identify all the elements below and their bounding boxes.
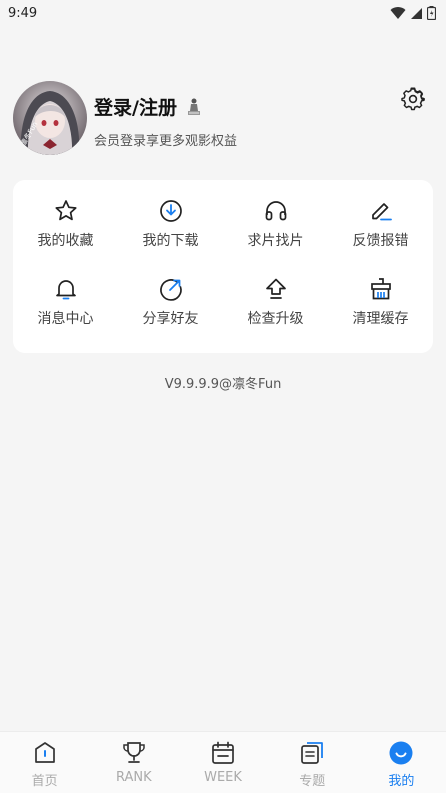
func-feedback[interactable]: 反馈报错 xyxy=(328,192,433,270)
func-upgrade[interactable]: 检查升级 xyxy=(223,270,328,348)
login-register-link[interactable]: 登录/注册 xyxy=(94,93,177,120)
func-share[interactable]: 分享好友 xyxy=(118,270,223,348)
bell-icon xyxy=(55,279,76,299)
func-label: 清理缓存 xyxy=(352,310,409,327)
nav-mine[interactable]: 我的 xyxy=(357,732,446,793)
func-label: 检查升级 xyxy=(247,310,304,327)
edit-icon xyxy=(371,203,392,221)
star-icon xyxy=(54,200,77,221)
avatar[interactable]: 凛冬Fun xyxy=(13,81,87,155)
gear-icon xyxy=(401,87,425,111)
nav-rank[interactable]: RANK xyxy=(89,732,178,793)
profile-smile-icon xyxy=(389,741,413,765)
wifi-icon xyxy=(390,7,406,20)
nav-label: RANK xyxy=(115,770,152,785)
download-icon xyxy=(159,200,182,222)
nav-topics[interactable]: 专题 xyxy=(268,732,357,793)
level-badge-icon xyxy=(187,98,200,115)
nav-label: 专题 xyxy=(299,774,326,789)
upgrade-icon xyxy=(265,278,286,299)
home-icon xyxy=(34,742,55,763)
version-text: V9.9.9.9@凛冬Fun xyxy=(164,377,282,392)
func-label: 我的收藏 xyxy=(37,233,94,249)
calendar-icon xyxy=(212,741,234,764)
status-icons xyxy=(390,6,436,20)
func-label: 反馈报错 xyxy=(352,233,409,249)
signal-icon xyxy=(411,7,422,19)
func-clean-cache[interactable]: 清理缓存 xyxy=(328,270,433,348)
func-label: 我的下载 xyxy=(142,233,199,249)
status-bar: 9:49 xyxy=(0,0,446,26)
share-icon xyxy=(159,278,182,301)
nav-label: 我的 xyxy=(388,774,415,789)
profile-header: 凛冬Fun 登录/注册 会员登录享更多观影权益 xyxy=(13,81,433,157)
nav-week[interactable]: WEEK xyxy=(178,732,267,793)
function-grid: 我的收藏 我的下载 求片找片 反馈报错 消息中心 分享好友 检查升级 清理缓存 xyxy=(13,180,433,353)
battery-icon xyxy=(427,6,436,20)
clean-icon xyxy=(370,277,391,299)
status-time: 9:49 xyxy=(8,5,38,21)
nav-home[interactable]: 首页 xyxy=(0,732,89,793)
nav-label: WEEK xyxy=(204,770,242,785)
profile-subtitle: 会员登录享更多观影权益 xyxy=(94,134,238,149)
func-messages[interactable]: 消息中心 xyxy=(13,270,118,348)
func-label: 消息中心 xyxy=(37,310,94,327)
func-label: 分享好友 xyxy=(142,310,199,327)
func-label: 求片找片 xyxy=(247,233,304,249)
bottom-nav: 首页 RANK WEEK 专题 我的 xyxy=(0,731,446,793)
func-downloads[interactable]: 我的下载 xyxy=(118,192,223,270)
settings-button[interactable] xyxy=(401,87,425,111)
func-request[interactable]: 求片找片 xyxy=(223,192,328,270)
profile-name-row: 登录/注册 xyxy=(94,93,203,120)
func-favorites[interactable]: 我的收藏 xyxy=(13,192,118,270)
topic-icon xyxy=(301,742,324,764)
trophy-icon xyxy=(123,742,145,763)
nav-label: 首页 xyxy=(31,774,58,789)
headphones-icon xyxy=(265,201,286,221)
